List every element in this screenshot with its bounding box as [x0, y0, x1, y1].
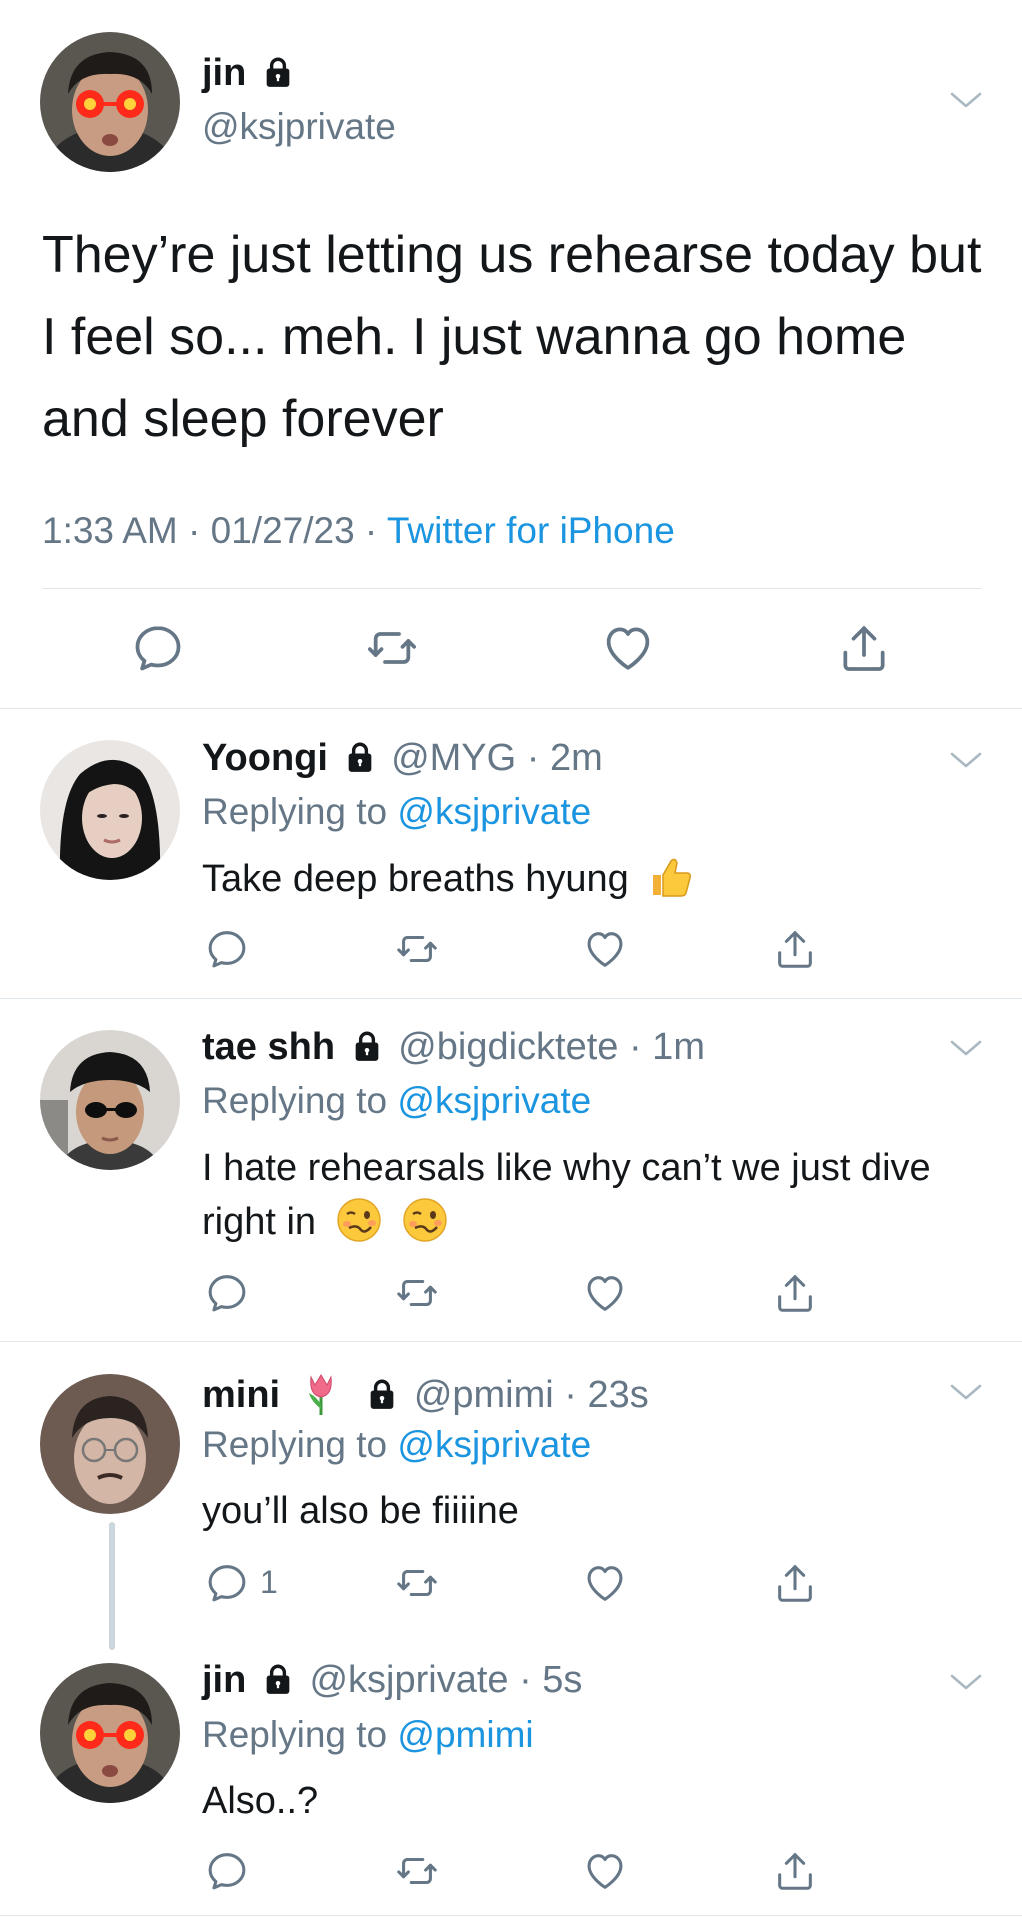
reply-text-content: Take deep breaths hyung	[202, 858, 629, 900]
share-icon[interactable]	[772, 1848, 818, 1894]
share-icon[interactable]	[772, 1270, 818, 1316]
reply-icon[interactable]	[204, 1848, 250, 1894]
reply-handle-time[interactable]: @MYG · 2m	[391, 737, 603, 779]
chevron-down-icon[interactable]	[948, 1670, 984, 1694]
lock-icon	[365, 1377, 399, 1411]
divider	[0, 1915, 1022, 1916]
tweet-meta: 1:33 AM · 01/27/23 · Twitter for iPhone	[42, 510, 675, 552]
reply-count: 1	[260, 1564, 278, 1600]
chevron-down-icon[interactable]	[948, 1380, 984, 1404]
lock-icon	[350, 1029, 384, 1063]
chevron-down-icon[interactable]	[948, 88, 984, 112]
woozy-face-emoji-icon	[401, 1196, 449, 1244]
reply-header: jin @ksjprivate · 5s	[202, 1659, 582, 1702]
author-name-text: jin	[202, 52, 247, 94]
reply-header: tae shh @bigdicktete · 1m	[202, 1026, 705, 1069]
like-icon[interactable]	[582, 1270, 628, 1316]
tweet-source-link[interactable]: Twitter for iPhone	[387, 510, 675, 551]
author-name[interactable]: jin	[202, 52, 295, 95]
share-icon[interactable]	[836, 620, 892, 676]
avatar-yoongi[interactable]	[40, 740, 180, 880]
divider	[0, 1341, 1022, 1342]
reply-text: I hate rehearsals like why can’t we just…	[202, 1141, 962, 1249]
replying-to-link[interactable]: @ksjprivate	[397, 791, 591, 832]
avatar-jin[interactable]	[40, 32, 180, 172]
reply-icon[interactable]	[204, 1270, 250, 1316]
reply-text: Take deep breaths hyung	[202, 852, 962, 906]
replying-to-link[interactable]: @ksjprivate	[397, 1080, 591, 1121]
replying-to: Replying to @ksjprivate	[202, 1424, 591, 1466]
lock-icon	[343, 740, 377, 774]
retweet-icon[interactable]	[394, 926, 440, 972]
reply-icon[interactable]	[204, 926, 250, 972]
avatar-mini[interactable]	[40, 1374, 180, 1514]
divider	[42, 588, 982, 589]
avatar-tae[interactable]	[40, 1030, 180, 1170]
like-icon[interactable]	[600, 620, 656, 676]
tulip-emoji-icon	[297, 1369, 345, 1417]
chevron-down-icon[interactable]	[948, 1036, 984, 1060]
reply-author-name[interactable]: mini	[202, 1374, 280, 1416]
thread-line	[109, 1522, 115, 1650]
like-icon[interactable]	[582, 1848, 628, 1894]
lock-icon	[261, 1662, 295, 1696]
avatar-jin[interactable]	[40, 1663, 180, 1803]
like-icon[interactable]	[582, 926, 628, 972]
tweet-text: They’re just letting us rehearse today b…	[42, 226, 982, 448]
reply-text: Also..?	[202, 1780, 319, 1822]
reply-author-name[interactable]: Yoongi	[202, 737, 328, 779]
tweet-timestamp: 1:33 AM · 01/27/23 ·	[42, 510, 387, 551]
reply-icon[interactable]	[130, 620, 186, 676]
divider	[0, 708, 1022, 709]
retweet-icon[interactable]	[394, 1560, 440, 1606]
replying-to: Replying to @ksjprivate	[202, 791, 591, 833]
divider	[0, 998, 1022, 999]
like-icon[interactable]	[582, 1560, 628, 1606]
retweet-icon[interactable]	[364, 620, 420, 676]
replying-to-label: Replying to	[202, 1080, 398, 1121]
reply-text: you’ll also be fiiiine	[202, 1490, 519, 1532]
reply-author-name[interactable]: tae shh	[202, 1026, 335, 1068]
share-icon[interactable]	[772, 1560, 818, 1606]
replying-to-link[interactable]: @pmimi	[397, 1714, 533, 1755]
replying-to: Replying to @pmimi	[202, 1714, 534, 1756]
reply-handle-time[interactable]: @bigdicktete · 1m	[398, 1026, 705, 1068]
lock-icon	[261, 55, 295, 89]
author-handle[interactable]: @ksjprivate	[202, 106, 396, 148]
reply-header: mini @pmimi · 23s	[202, 1369, 649, 1417]
reply-header: Yoongi @MYG · 2m	[202, 737, 603, 780]
retweet-icon[interactable]	[394, 1270, 440, 1316]
thumbs-up-emoji-icon	[647, 853, 695, 901]
replying-to-link[interactable]: @ksjprivate	[397, 1424, 591, 1465]
replying-to-label: Replying to	[202, 791, 398, 832]
reply-text-content: I hate rehearsals like why can’t we just…	[202, 1147, 931, 1243]
chevron-down-icon[interactable]	[948, 748, 984, 772]
reply-handle-time[interactable]: @ksjprivate · 5s	[309, 1659, 582, 1701]
woozy-face-emoji-icon	[335, 1196, 383, 1244]
replying-to-label: Replying to	[202, 1424, 398, 1465]
reply-icon[interactable]	[204, 1560, 250, 1606]
replying-to-label: Replying to	[202, 1714, 398, 1755]
replying-to: Replying to @ksjprivate	[202, 1080, 591, 1122]
reply-author-name[interactable]: jin	[202, 1659, 246, 1701]
reply-handle-time[interactable]: @pmimi · 23s	[414, 1374, 649, 1416]
retweet-icon[interactable]	[394, 1848, 440, 1894]
share-icon[interactable]	[772, 926, 818, 972]
